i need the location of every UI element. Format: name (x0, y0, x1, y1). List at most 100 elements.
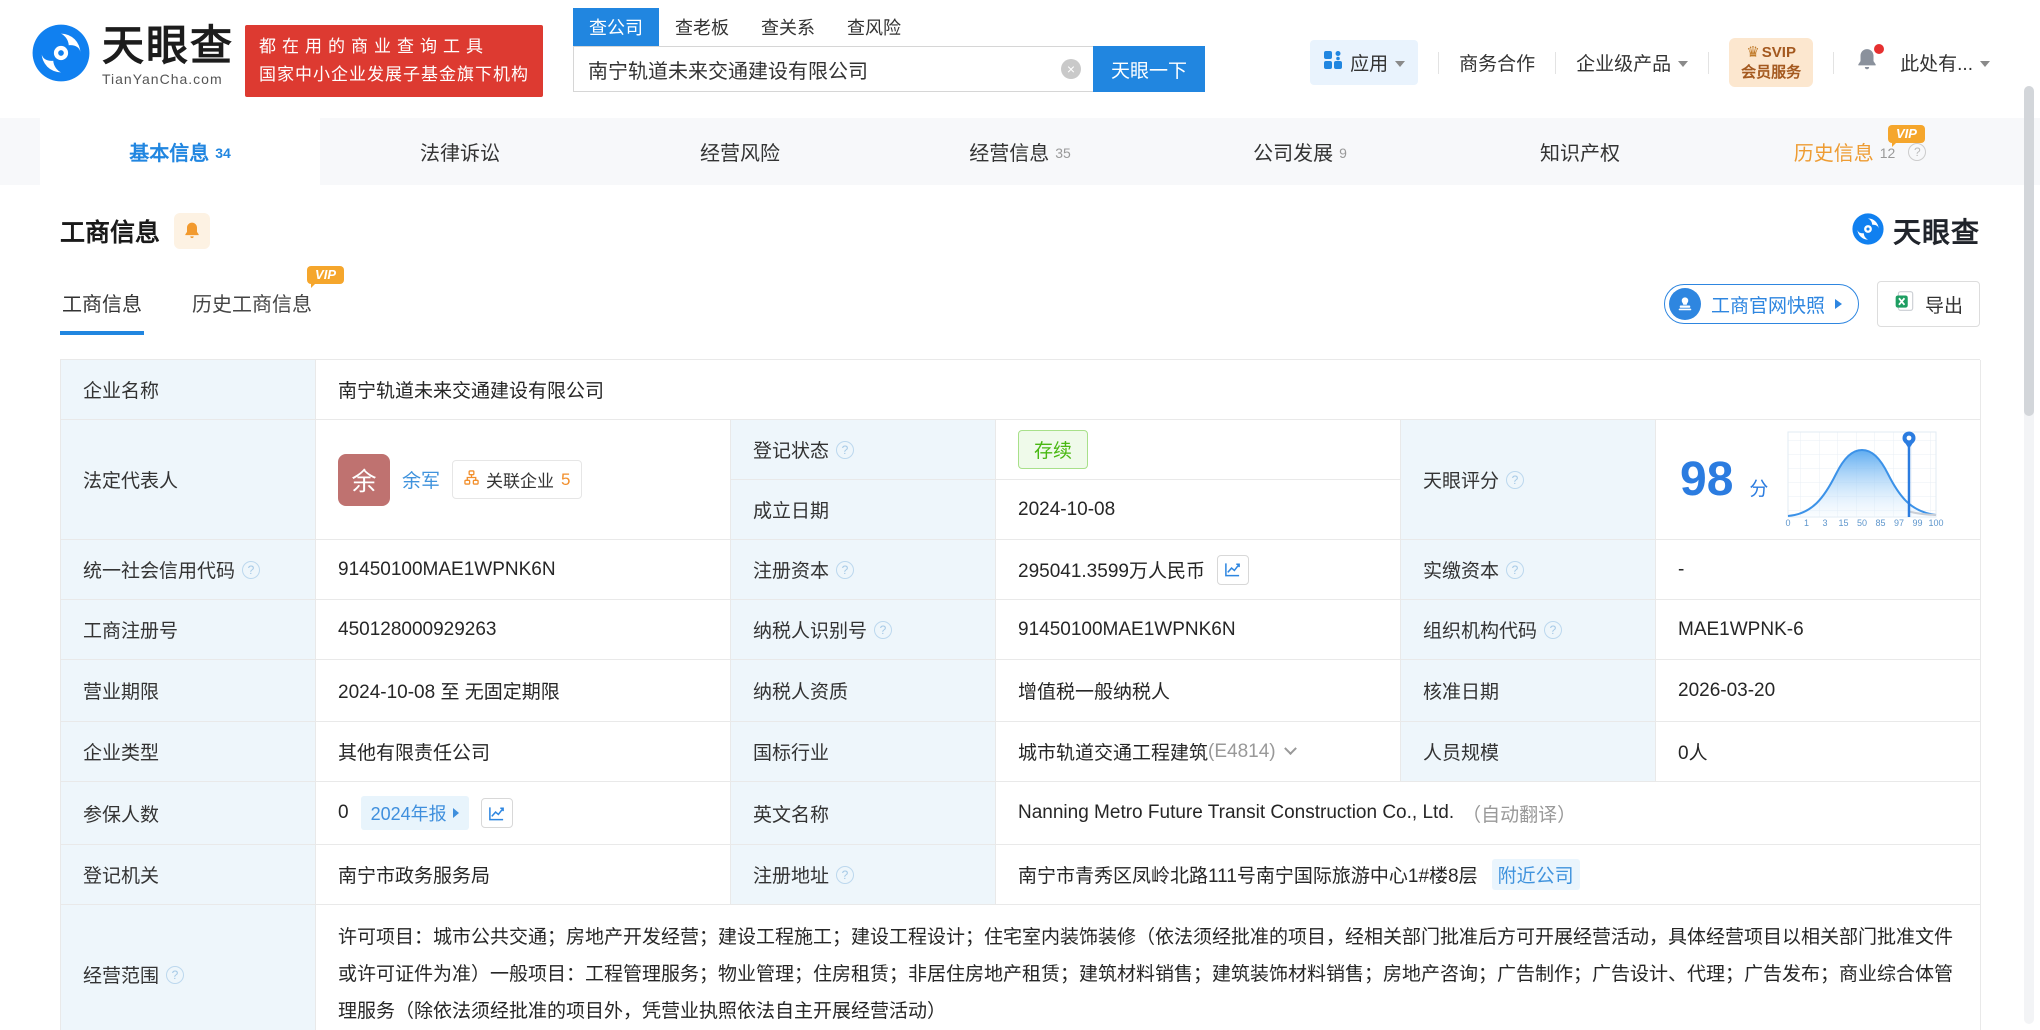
business-scope-label: 经营范围? (61, 905, 316, 1030)
insured-trend-icon[interactable] (480, 798, 513, 828)
org-structure-icon (464, 469, 479, 490)
watermark-logo: 天眼查 (1851, 211, 1980, 251)
help-icon[interactable]: ? (836, 865, 855, 884)
logo-cn-text: 天眼查 (102, 21, 235, 69)
enterprise-products-menu[interactable]: 企业级产品 (1576, 49, 1689, 76)
scrollbar-thumb[interactable] (2024, 86, 2034, 416)
industry-cell[interactable]: 城市轨道交通工程建筑 (E4814) (996, 722, 1401, 782)
account-name: 此处有... (1900, 54, 1973, 75)
svg-text:50: 50 (1857, 518, 1867, 528)
apps-menu-label: 应用 (1350, 54, 1389, 75)
chevron-down-icon (1980, 60, 1990, 67)
promo-line2: 国家中小企业发展子基金旗下机构 (259, 65, 529, 85)
legal-rep-link[interactable]: 余军 (402, 466, 440, 493)
apps-grid-icon (1323, 50, 1343, 76)
search-input[interactable] (573, 46, 1093, 92)
watermark-text: 天眼查 (1892, 217, 1980, 248)
nav-tab-label: 基本信息 (129, 143, 210, 165)
arrow-right-icon (452, 808, 459, 818)
search-tab-risk[interactable]: 查风险 (831, 8, 917, 46)
subscribe-bell-icon[interactable] (174, 213, 211, 249)
score-distribution-chart: 0 1 3 15 50 85 97 99 100 (1782, 426, 1944, 534)
clear-search-icon[interactable]: × (1061, 59, 1081, 79)
nav-tab-count: 9 (1339, 144, 1347, 161)
subtab-label: 历史工商信息 (192, 294, 312, 316)
account-menu[interactable]: 此处有... (1900, 49, 1990, 76)
nav-tab-company-development[interactable]: 公司发展 9 (1160, 118, 1440, 185)
export-button[interactable]: 导出 (1876, 281, 1980, 327)
menu-divider (1833, 51, 1835, 74)
scrollbar-track[interactable] (2024, 86, 2034, 1024)
business-cooperation-menu[interactable]: 商务合作 (1459, 49, 1535, 76)
search-tab-company[interactable]: 查公司 (573, 8, 659, 46)
logo-en-text: TianYanCha.com (102, 70, 223, 87)
auto-translate-note: （自动翻译） (1462, 804, 1577, 826)
nav-tab-count: 35 (1055, 144, 1071, 161)
help-icon[interactable]: ? (242, 560, 261, 579)
nav-tab-business-info[interactable]: 经营信息 35 (880, 118, 1160, 185)
help-icon[interactable]: ? (836, 440, 855, 459)
svg-text:85: 85 (1876, 518, 1886, 528)
company-type-value: 其他有限责任公司 (316, 722, 731, 782)
reg-address-cell: 南宁市青秀区凤岭北路111号南宁国际旅游中心1#楼8层 附近公司 (996, 845, 1981, 905)
official-snapshot-label: 工商官网快照 (1710, 295, 1825, 317)
taxpayer-quality-value: 增值税一般纳税人 (996, 660, 1401, 722)
reg-address-label: 注册地址? (731, 845, 996, 905)
paid-capital-value: - (1656, 540, 1981, 600)
notification-bell-icon[interactable] (1854, 44, 1885, 78)
stamp-icon (1668, 288, 1701, 320)
nav-tab-label: 经营风险 (700, 143, 780, 165)
help-icon[interactable]: ? (874, 620, 893, 639)
reg-status-cell: 存续 (996, 420, 1401, 480)
svg-text:99: 99 (1913, 518, 1923, 528)
nav-tab-operational-risk[interactable]: 经营风险 (600, 118, 880, 185)
score-cell: 98 分 0 1 3 15 50 85 97 99 100 (1656, 420, 1981, 540)
watermark-swirl-icon (1851, 212, 1885, 251)
subtab-history-business-info[interactable]: VIP 历史工商信息 (190, 266, 344, 335)
legal-rep-cell: 余 余军 关联企业 5 (316, 420, 731, 540)
help-icon[interactable]: ? (1908, 142, 1927, 161)
menu-divider (1555, 51, 1557, 74)
nav-tab-basic-info[interactable]: 基本信息 34 (40, 118, 320, 185)
apps-menu[interactable]: 应用 (1310, 40, 1419, 85)
svg-text:97: 97 (1894, 518, 1904, 528)
annual-report-pill[interactable]: 2024年报 (360, 796, 469, 830)
search-tab-boss[interactable]: 查老板 (659, 8, 745, 46)
tianyancha-logo[interactable]: 天眼查 TianYanCha.com (30, 22, 234, 89)
credit-code-value: 91450100MAE1WPNK6N (316, 540, 731, 600)
related-companies-badge[interactable]: 关联企业 5 (452, 460, 583, 499)
score-value: 98 (1680, 452, 1734, 506)
header-menu: 应用 商务合作 企业级产品 ♛ SVIP 会员服务 此处有... (1310, 38, 1990, 87)
nav-tab-legal-proceedings[interactable]: 法律诉讼 (320, 118, 600, 185)
nav-tab-label: 知识产权 (1540, 143, 1620, 165)
export-label: 导出 (1924, 295, 1963, 317)
search-tab-relation[interactable]: 查关系 (745, 8, 831, 46)
help-icon[interactable]: ? (1544, 620, 1563, 639)
nav-tab-label: 经营信息 (969, 143, 1050, 165)
help-icon[interactable]: ? (836, 560, 855, 579)
english-name-cell: Nanning Metro Future Transit Constructio… (996, 782, 1981, 845)
svip-line2: 会员服务 (1741, 63, 1802, 81)
official-snapshot-button[interactable]: 工商官网快照 (1663, 284, 1859, 324)
help-icon[interactable]: ? (166, 965, 185, 984)
enterprise-products-label: 企业级产品 (1576, 54, 1672, 75)
industry-code: (E4814) (1208, 740, 1276, 762)
staff-size-label: 人员规模 (1401, 722, 1656, 782)
capital-trend-icon[interactable] (1216, 554, 1249, 585)
search-tabs: 查公司 查老板 查关系 查风险 (573, 8, 1205, 46)
nearby-companies-link[interactable]: 附近公司 (1491, 859, 1580, 890)
help-icon[interactable]: ? (1506, 560, 1525, 579)
taxpayer-id-label: 纳税人识别号? (731, 600, 996, 660)
subtab-business-info[interactable]: 工商信息 (60, 288, 144, 335)
reg-status-label: 登记状态? (731, 420, 996, 480)
svg-text:15: 15 (1839, 518, 1849, 528)
score-label: 天眼评分? (1401, 420, 1656, 540)
nav-tab-history-info[interactable]: VIP 历史信息 12 ? (1720, 118, 2000, 185)
search-button[interactable]: 天眼一下 (1093, 46, 1205, 92)
legal-rep-avatar[interactable]: 余 (338, 453, 390, 506)
business-term-value: 2024-10-08 至 无固定期限 (316, 660, 731, 722)
nav-tab-intellectual-property[interactable]: 知识产权 (1440, 118, 1720, 185)
company-nav-tabbar: 基本信息 34 法律诉讼 经营风险 经营信息 35 公司发展 9 知识产权 VI… (0, 118, 2040, 185)
svip-member-button[interactable]: ♛ SVIP 会员服务 (1729, 38, 1814, 87)
help-icon[interactable]: ? (1506, 470, 1525, 489)
